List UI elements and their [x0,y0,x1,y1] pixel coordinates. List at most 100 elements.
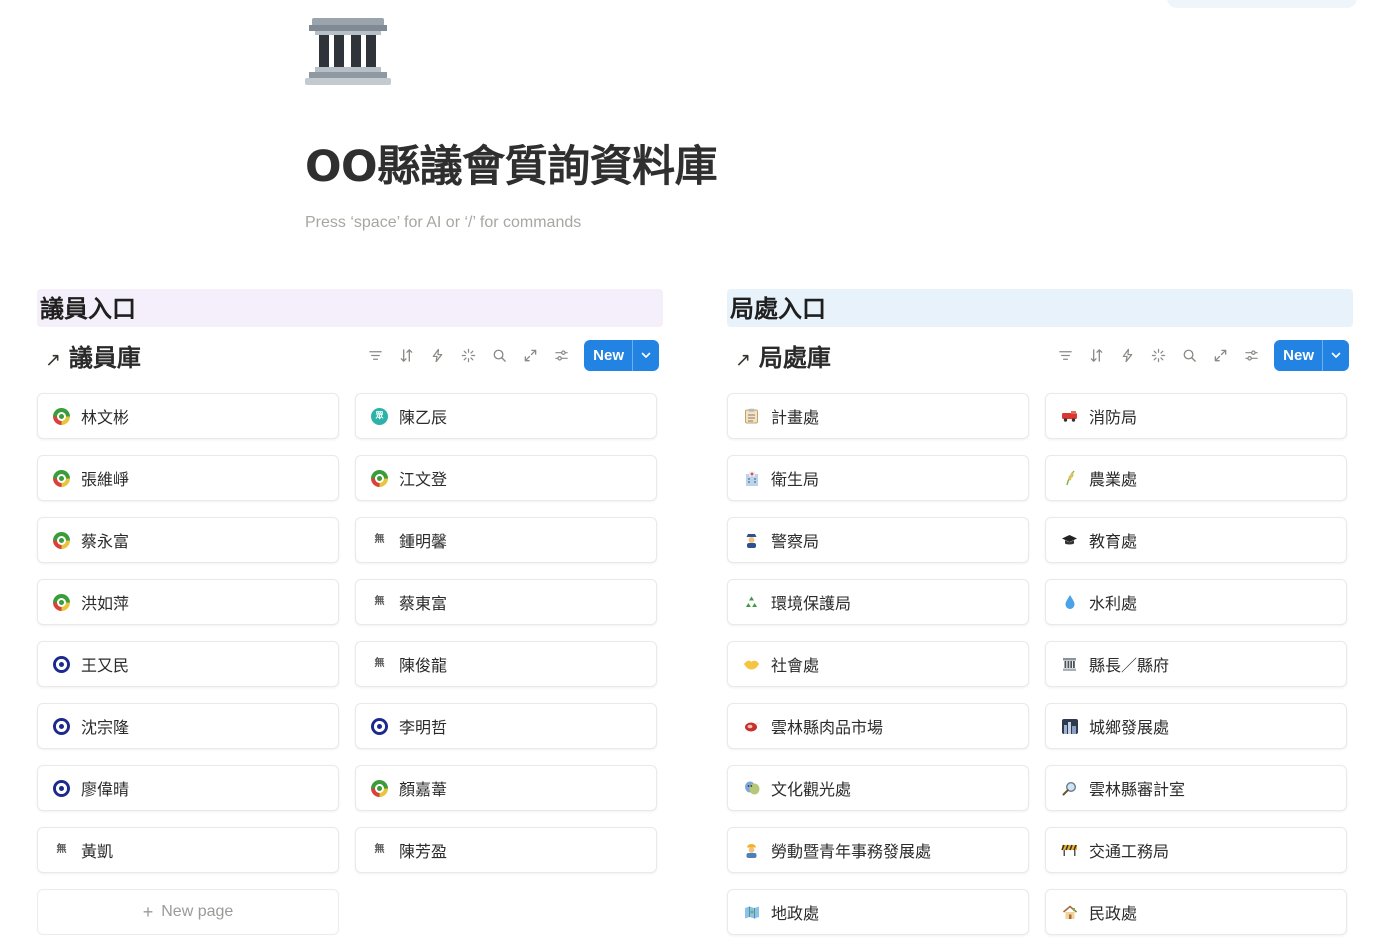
gallery-card[interactable]: 衛生局 [727,455,1029,501]
gallery-card[interactable]: 農業處 [1045,455,1347,501]
kmt-party-icon [52,779,71,798]
section-heading: 議員入口 [37,289,663,327]
top-bar-pill[interactable] [1167,0,1357,8]
gallery-card[interactable]: 廖偉晴 [37,765,339,811]
gallery-card[interactable]: 民政處 [1045,889,1347,935]
gallery-card[interactable]: 教育處 [1045,517,1347,563]
gallery-card[interactable]: 地政處 [727,889,1029,935]
ai-sparkle-icon[interactable] [453,340,484,371]
sort-icon[interactable] [1081,340,1112,371]
page-title[interactable]: OO縣議會質詢資料庫 [305,132,718,194]
gallery-card[interactable]: 沈宗隆 [37,703,339,749]
gallery-card[interactable]: 洪如萍 [37,579,339,625]
gallery-card[interactable]: 社會處 [727,641,1029,687]
classical-building-icon [1060,655,1079,674]
worker-icon [742,841,761,860]
gallery-grid: 林文彬眾陳乙辰 張維崢 江文登 蔡永富無鍾明馨 洪如萍無蔡東富 王又民無陳俊龍 沈宗隆 李明哲… [37,393,663,935]
card-title: 林文彬 [81,408,130,427]
gallery-card[interactable]: 雲林縣審計室 [1045,765,1347,811]
gallery-card[interactable]: 無 陳俊龍 [355,641,657,687]
gallery-card[interactable]: 城鄉發展處 [1045,703,1347,749]
kmt-party-icon [52,717,71,736]
gallery-card[interactable]: 環境保護局 [727,579,1029,625]
card-title: 顏嘉葦 [399,780,448,799]
editor-placeholder[interactable]: Press ‘space’ for AI or ‘/’ for commands [305,214,581,232]
gallery-card[interactable]: 計畫處 [727,393,1029,439]
gallery-card[interactable]: 無 陳芳盈 [355,827,657,873]
gallery-card[interactable]: 顏嘉葦 [355,765,657,811]
card-title: 環境保護局 [771,594,852,613]
ai-sparkle-icon[interactable] [1143,340,1174,371]
link-arrow-icon: ↗ [735,349,751,371]
gallery-card[interactable]: 勞動暨青年事務發展處 [727,827,1029,873]
gallery-card[interactable]: 張維崢 [37,455,339,501]
clipboard-icon [742,407,761,426]
gallery-card[interactable]: 李明哲 [355,703,657,749]
gallery-card[interactable]: 江文登 [355,455,657,501]
filter-icon[interactable] [1050,340,1081,371]
gallery-card[interactable]: 縣長／縣府 [1045,641,1347,687]
gallery-card[interactable]: 消防局 [1045,393,1347,439]
automation-bolt-icon[interactable] [1112,340,1143,371]
gallery-card[interactable]: 無 鍾明馨 [355,517,657,563]
section-departments: 局處入口 ↗ 局處庫 New 計畫處 消防局 衛生局 農業處 警察局 教育處 環境保護局 水利處… [727,289,1353,935]
handshake-icon [742,655,761,674]
gallery-card[interactable]: 眾陳乙辰 [355,393,657,439]
gallery-card[interactable]: 無 蔡東富 [355,579,657,625]
chevron-down-icon[interactable] [632,339,659,371]
dpp-party-icon [370,779,389,798]
card-title: 教育處 [1089,532,1138,551]
card-title: 鍾明馨 [399,532,448,551]
independent-icon: 無 [374,534,385,545]
dpp-party-icon [52,407,71,426]
card-title: 陳乙辰 [399,408,448,427]
sort-icon[interactable] [391,340,422,371]
gallery-card[interactable]: 交通工務局 [1045,827,1347,873]
card-title: 廖偉晴 [81,780,130,799]
gallery-grid: 計畫處 消防局衛生局 農業處 警察局 教育處環境保護局 水利處社會處 縣長／縣府雲林縣肉品市… [727,393,1353,935]
settings-sliders-icon[interactable] [546,340,577,371]
new-button-label[interactable]: New [1274,340,1322,371]
card-title: 勞動暨青年事務發展處 [771,842,932,861]
card-title: 社會處 [771,656,820,675]
expand-icon[interactable] [515,340,546,371]
independent-icon: 無 [374,658,385,669]
gallery-card[interactable]: 林文彬 [37,393,339,439]
gallery-card[interactable]: 蔡永富 [37,517,339,563]
house-icon [1060,903,1079,922]
police-officer-icon [742,531,761,550]
new-page-button[interactable]: + New page [37,889,339,935]
classical-building-icon[interactable] [305,16,391,86]
gallery-card[interactable]: 警察局 [727,517,1029,563]
gallery-card[interactable]: 文化觀光處 [727,765,1029,811]
new-button-label[interactable]: New [584,340,632,371]
hospital-icon [742,469,761,488]
fire-engine-icon [1060,407,1079,426]
card-title: 消防局 [1089,408,1138,427]
database-title[interactable]: ↗ 議員庫 [45,339,141,377]
new-button[interactable]: New [584,339,659,371]
gallery-card[interactable]: 王又民 [37,641,339,687]
new-page-label: New page [161,903,234,920]
automation-bolt-icon[interactable] [422,340,453,371]
card-title: 交通工務局 [1089,842,1170,861]
new-button[interactable]: New [1274,339,1349,371]
search-icon[interactable] [1174,340,1205,371]
card-title: 陳芳盈 [399,842,448,861]
dpp-party-icon [370,469,389,488]
gallery-card[interactable]: 雲林縣肉品市場 [727,703,1029,749]
card-title: 雲林縣審計室 [1089,780,1186,799]
chevron-down-icon[interactable] [1322,339,1349,371]
gallery-card[interactable]: 水利處 [1045,579,1347,625]
card-title: 雲林縣肉品市場 [771,718,884,737]
search-icon[interactable] [484,340,515,371]
expand-icon[interactable] [1205,340,1236,371]
filter-icon[interactable] [360,340,391,371]
plus-icon: + [142,901,154,922]
card-title: 王又民 [81,656,130,675]
settings-sliders-icon[interactable] [1236,340,1267,371]
gallery-card[interactable]: 無 黃凱 [37,827,339,873]
card-title: 民政處 [1089,904,1138,923]
database-title[interactable]: ↗ 局處庫 [735,339,831,377]
rice-plant-icon [1060,469,1079,488]
